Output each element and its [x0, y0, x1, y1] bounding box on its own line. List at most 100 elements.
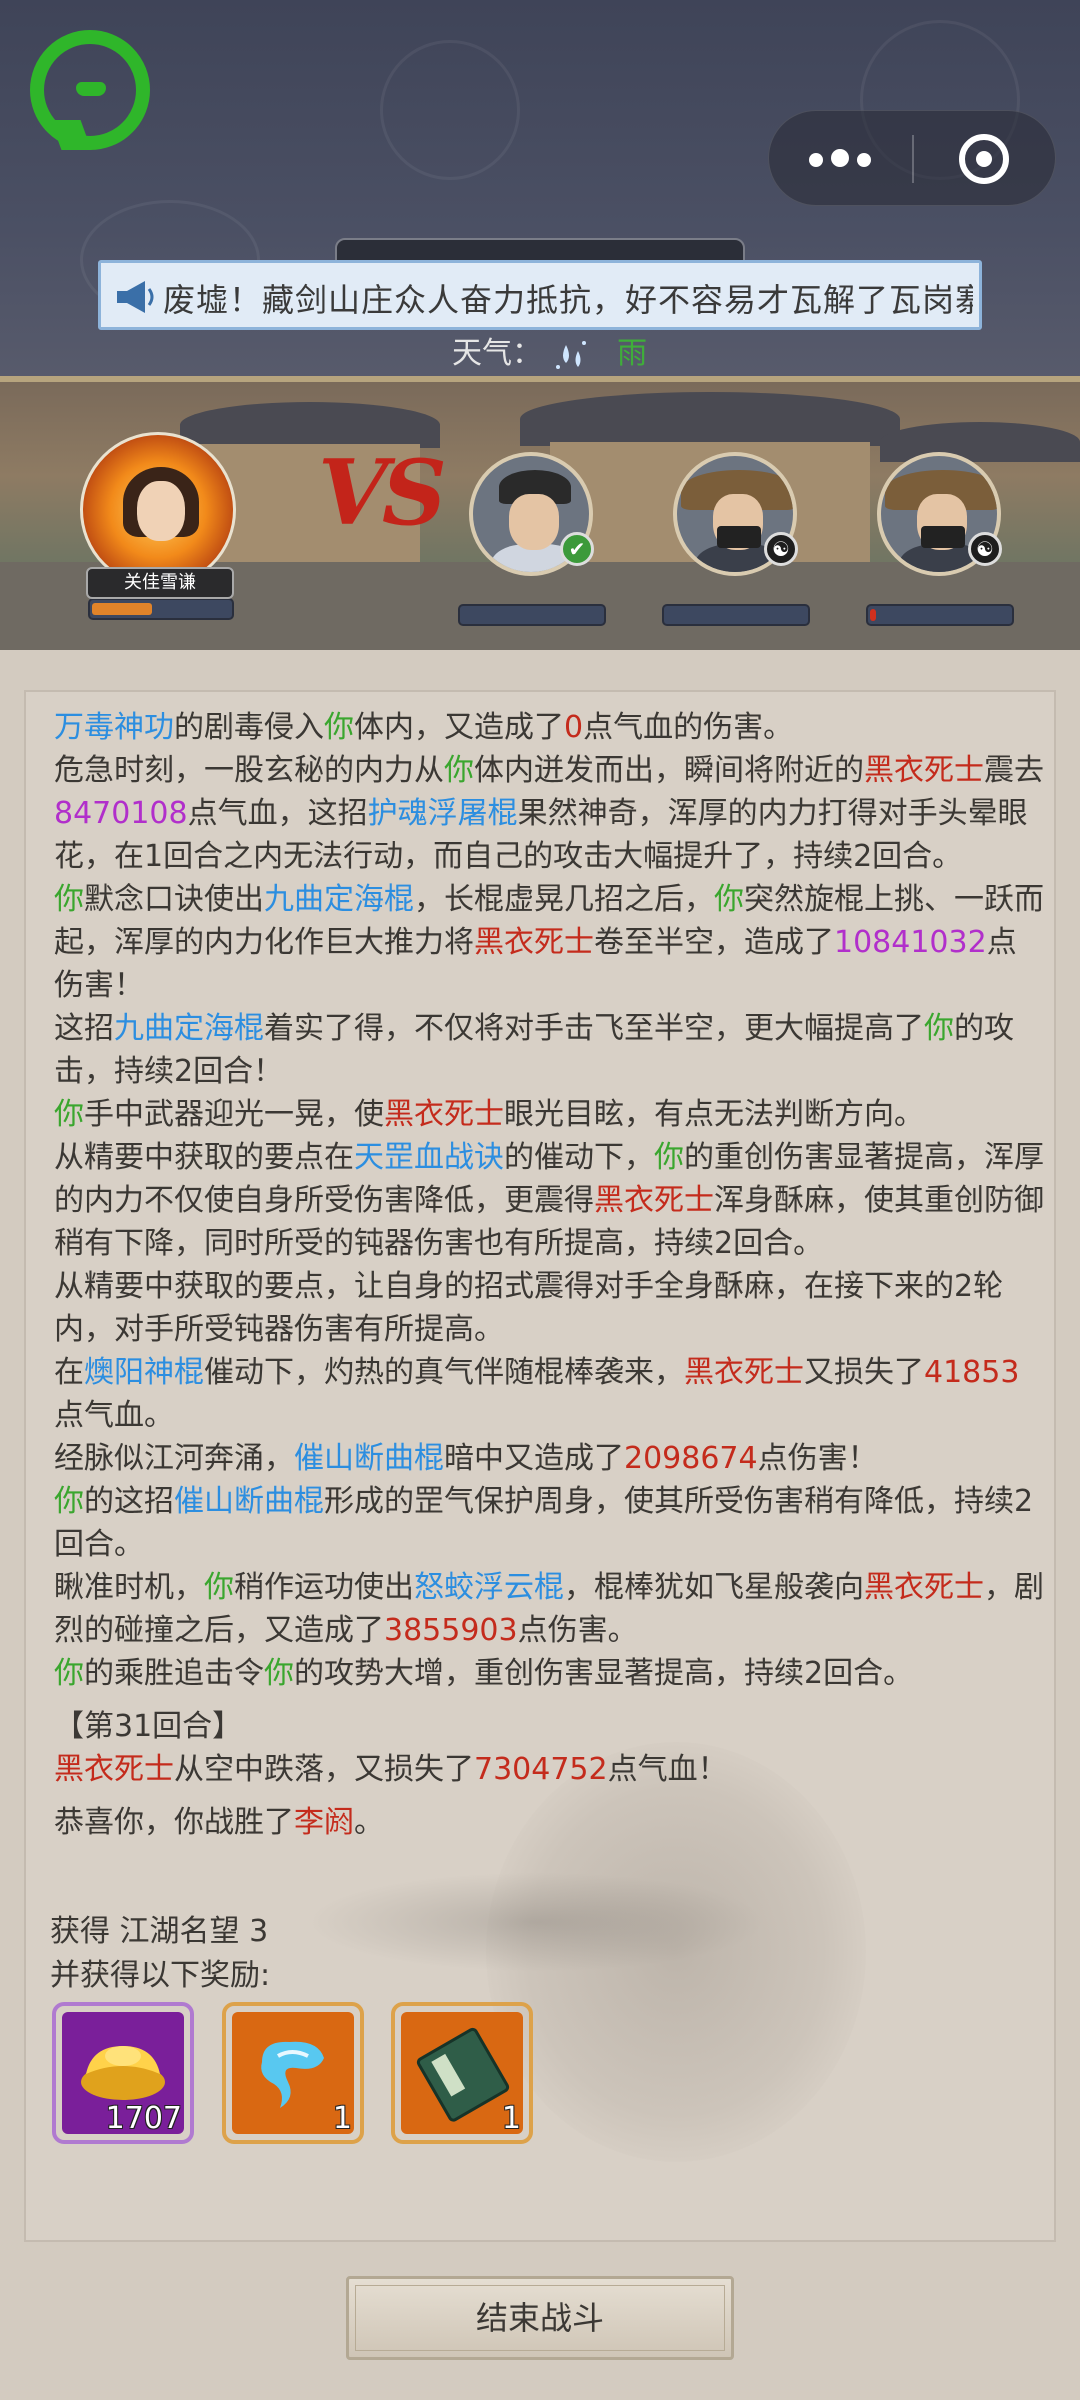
log-text: 点气血的伤害。 [583, 710, 794, 745]
log-highlight: 你 [324, 710, 354, 745]
enemy-hp-bar-3 [866, 604, 1014, 626]
reward-reputation-line: 获得 江湖名望 3 [50, 1906, 268, 1950]
log-text: 危急时刻，一股玄秘的内力从 [54, 753, 444, 788]
log-text: 从精要中获取的要点在 [54, 1140, 354, 1175]
log-text: 从精要中获取的要点，让自身的招式震得对手全身酥麻，在接下来的2轮内，对手所受钝器… [54, 1269, 1004, 1347]
reward-prefix: 获得 [50, 1914, 120, 1949]
scene-roof [880, 422, 1080, 462]
reward-reputation-value: 江湖名望 3 [119, 1914, 269, 1949]
log-text: 的这招 [84, 1484, 174, 1519]
log-highlight: 你 [654, 1140, 684, 1175]
log-text: 。 [354, 1805, 384, 1840]
log-highlight: 九曲定海棍 [264, 882, 414, 917]
log-entry: 你的这招催山断曲棍形成的罡气保护周身，使其所受伤害稍有降低，持续2回合。 [54, 1480, 1044, 1566]
log-entry: 这招九曲定海棍着实了得，不仅将对手击飞至半空，更大幅提高了你的攻击，持续2回合！ [54, 1007, 1044, 1093]
top-header: 废墟！藏剑山庄众人奋力抵抗，好不容易才瓦解了瓦岗寨的 天气： 雨 [0, 0, 1080, 382]
log-text: 瞅准时机， [54, 1570, 204, 1605]
end-battle-button[interactable]: 结束战斗 [346, 2276, 734, 2360]
log-text: 【第31回合】 [54, 1709, 243, 1744]
log-highlight: 你 [264, 1656, 294, 1691]
log-text: ，长棍虚晃几招之后， [414, 882, 714, 917]
speaker-icon [117, 281, 154, 313]
log-text: 眼光目眩，有点无法判断方向。 [504, 1097, 924, 1132]
reward-item-green-manual[interactable]: 1 [391, 2002, 533, 2144]
log-text: 的攻势大增，重创伤害显著提高，持续2回合。 [294, 1656, 914, 1691]
log-highlight: 黑衣死士 [864, 753, 984, 788]
log-text: 又损失了 [804, 1355, 924, 1390]
decor-swirl [380, 40, 520, 180]
log-text: 点气血。 [54, 1398, 174, 1433]
enemy-badge-2: ☯ [764, 532, 798, 566]
log-text: 的乘胜追击令 [84, 1656, 264, 1691]
log-text: 从空中跌落，又损失了 [174, 1752, 474, 1787]
log-highlight: 你 [924, 1011, 954, 1046]
log-text: 点伤害！ [757, 1441, 878, 1476]
versus-label: VS [318, 440, 447, 546]
log-highlight: 2098674 [624, 1441, 758, 1476]
capsule-divider [912, 135, 914, 183]
log-highlight: 黑衣死士 [54, 1752, 174, 1787]
log-highlight: 黑衣死士 [684, 1355, 804, 1390]
log-text: 震去 [984, 753, 1044, 788]
log-text: 卷至半空，造成了 [594, 925, 834, 960]
mini-program-capsule [768, 110, 1056, 206]
log-entry: 【第31回合】 [54, 1705, 1044, 1748]
log-text: 着实了得，不仅将对手击飞至半空，更大幅提高了 [264, 1011, 924, 1046]
log-text: 点气血！ [607, 1752, 728, 1787]
reward-count: 1 [501, 2101, 521, 2136]
log-entry: 经脉似江河奔涌，催山断曲棍暗中又造成了2098674点伤害！ [54, 1437, 1044, 1480]
battle-scene: ✔ ☯ ☯ [0, 382, 1080, 650]
enemy-badge-1: ✔ [560, 532, 594, 566]
log-highlight: 天罡血战诀 [354, 1140, 504, 1175]
log-highlight: 你 [444, 753, 474, 788]
log-entry: 你默念口诀使出九曲定海棍，长棍虚晃几招之后，你突然旋棍上挑、一跃而起，浑厚的内力… [54, 878, 1044, 1007]
log-text: 这招 [54, 1011, 114, 1046]
log-text: 恭喜你，你战胜了 [54, 1805, 294, 1840]
enemy-hp-bar-1 [458, 604, 606, 626]
log-text: 体内，又造成了 [354, 710, 564, 745]
log-highlight: 你 [54, 1656, 84, 1691]
rain-icon [555, 340, 586, 369]
log-text: 的剧毒侵入 [174, 710, 324, 745]
log-entry: 瞅准时机，你稍作运功使出怒蛟浮云棍，棍棒犹如飞星般袭向黑衣死士，剧烈的碰撞之后，… [54, 1566, 1044, 1652]
log-highlight: 你 [54, 1097, 84, 1132]
log-highlight: 催山断曲棍 [294, 1441, 444, 1476]
log-highlight: 怒蛟浮云棍 [414, 1570, 564, 1605]
log-text: 在 [54, 1355, 84, 1390]
log-entry: 从精要中获取的要点，让自身的招式震得对手全身酥麻，在接下来的2轮内，对手所受钝器… [54, 1265, 1044, 1351]
log-highlight: 8470108 [54, 796, 188, 831]
log-text: 稍作运功使出 [234, 1570, 414, 1605]
player-avatar [80, 432, 236, 588]
log-highlight: 你 [714, 882, 744, 917]
log-text: 默念口诀使出 [84, 882, 264, 917]
log-highlight: 燠阳神棍 [84, 1355, 204, 1390]
reward-count: 1 [332, 2101, 352, 2136]
log-highlight: 你 [54, 1484, 84, 1519]
news-ticker-text: 废墟！藏剑山庄众人奋力抵抗，好不容易才瓦解了瓦岗寨的 [163, 281, 973, 319]
reward-item-blue-cloud[interactable]: 1 [222, 2002, 364, 2144]
log-highlight: 九曲定海棍 [114, 1011, 264, 1046]
reward-item-gold-ingot[interactable]: 1707 [52, 2002, 194, 2144]
close-target-icon[interactable] [959, 134, 1009, 184]
log-highlight: 催山断曲棍 [174, 1484, 324, 1519]
app-logo-icon [30, 30, 150, 150]
log-highlight: 万毒神功 [54, 710, 174, 745]
log-highlight: 黑衣死士 [474, 925, 594, 960]
log-text: 点气血，这招 [187, 796, 368, 831]
log-entry: 你手中武器迎光一晃，使黑衣死士眼光目眩，有点无法判断方向。 [54, 1093, 1044, 1136]
ink-painting-decor [306, 1872, 766, 1972]
more-options-icon[interactable] [809, 149, 899, 169]
log-entry: 你的乘胜追击令你的攻势大增，重创伤害显著提高，持续2回合。 [54, 1652, 1044, 1695]
log-highlight: 黑衣死士 [864, 1570, 984, 1605]
log-highlight: 你 [54, 882, 84, 917]
log-entry: 危急时刻，一股玄秘的内力从你体内迸发而出，瞬间将附近的黑衣死士震去 8470108… [54, 749, 1044, 878]
scene-roof [520, 392, 900, 446]
log-highlight: 李阏 [294, 1805, 354, 1840]
log-text: 经脉似江河奔涌， [54, 1441, 294, 1476]
log-highlight: 10841032 [834, 925, 987, 960]
log-highlight: 护魂浮屠棍 [367, 796, 518, 831]
log-entry: 万毒神功的剧毒侵入你体内，又造成了0点气血的伤害。 [54, 706, 1044, 749]
log-text: 的催动下， [504, 1140, 654, 1175]
news-ticker: 废墟！藏剑山庄众人奋力抵抗，好不容易才瓦解了瓦岗寨的 [98, 260, 982, 330]
log-entry: 在燠阳神棍催动下，灼热的真气伴随棍棒袭来，黑衣死士又损失了41853 点气血。 [54, 1351, 1044, 1437]
